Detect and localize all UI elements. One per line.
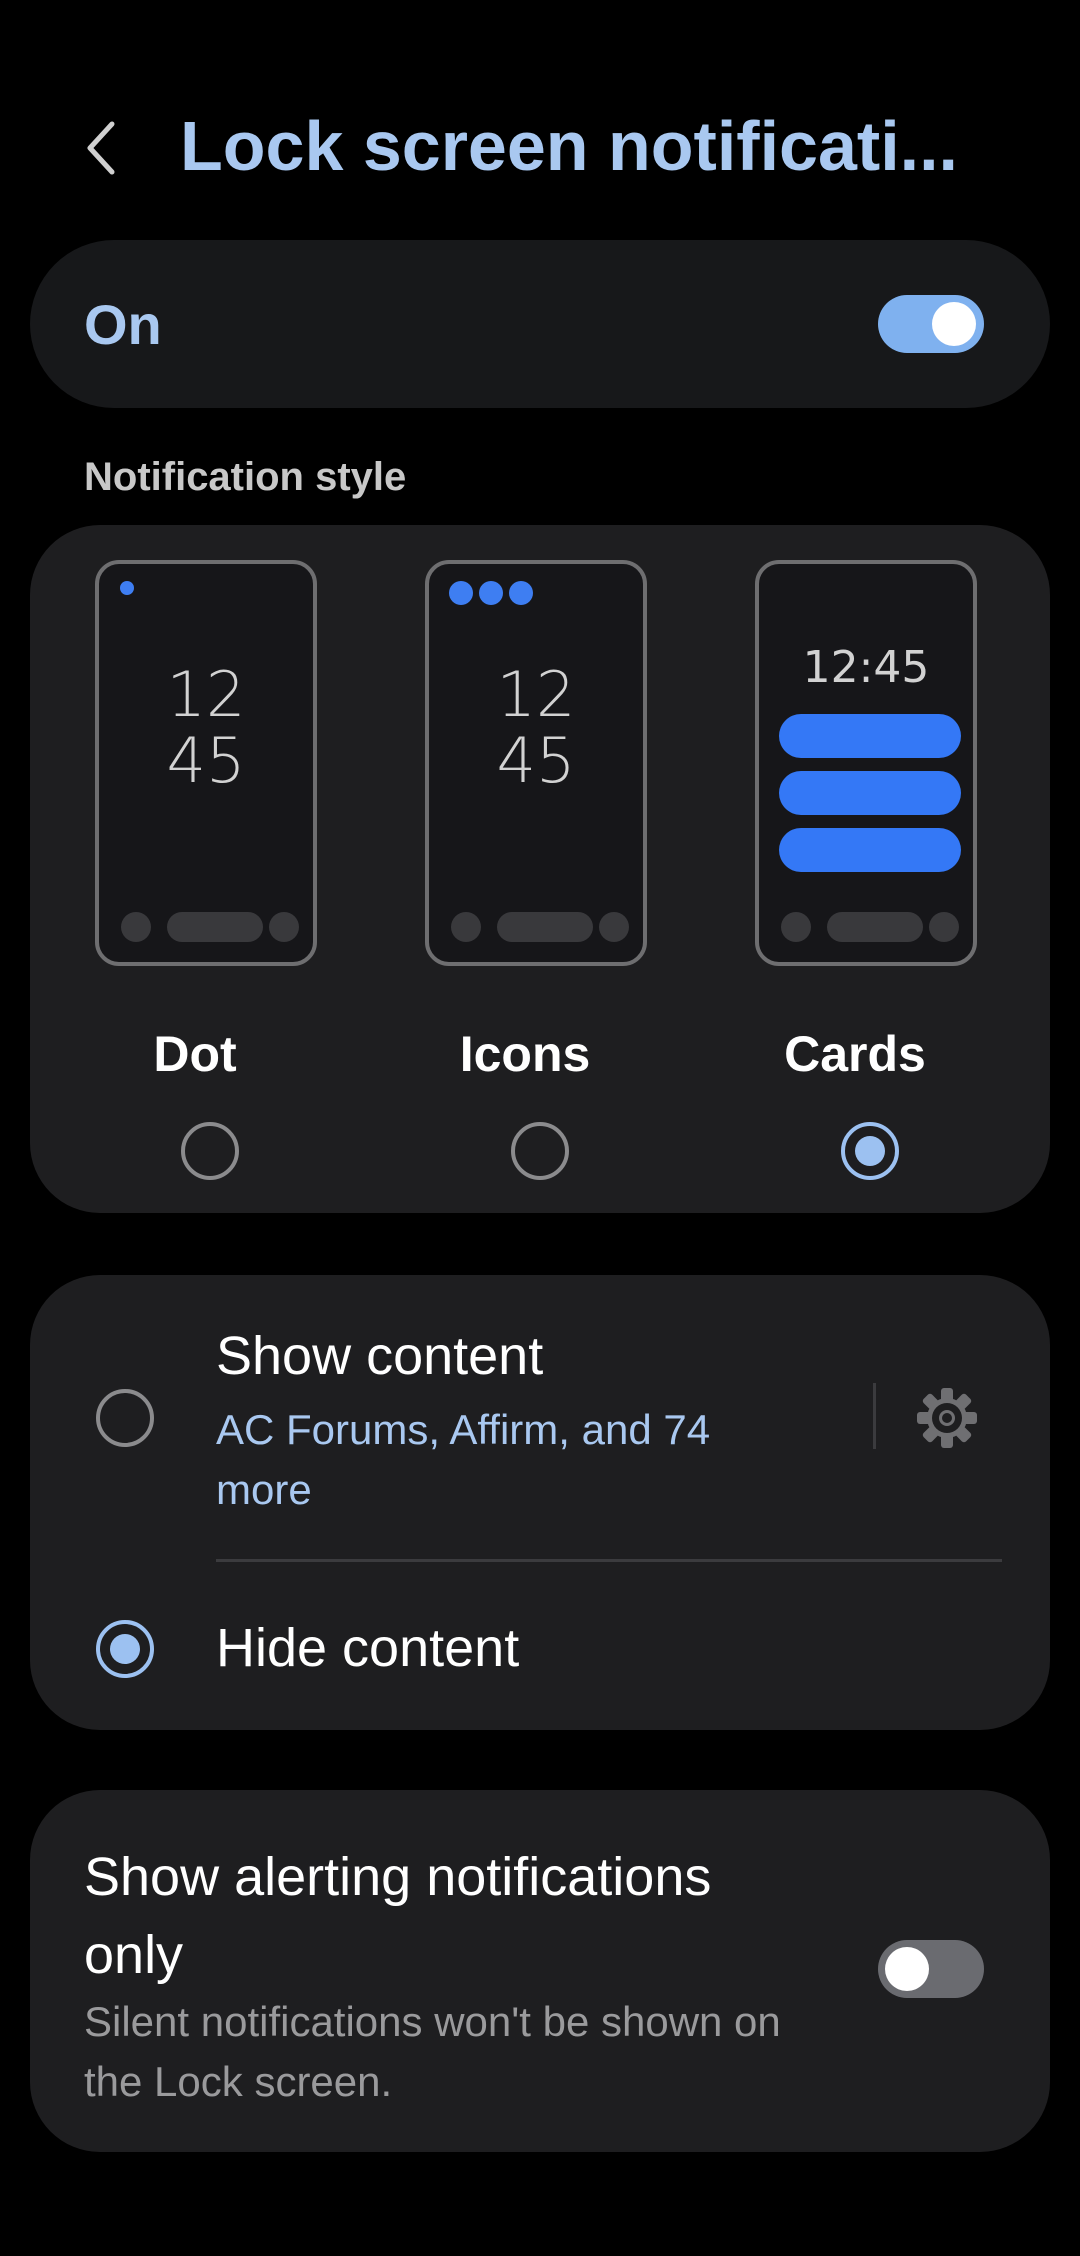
- alerting-only-row[interactable]: Show alerting notifications only Silent …: [30, 1790, 1050, 2152]
- preview-nav-bar: [781, 912, 959, 942]
- cards-preview-phone: 12:45: [755, 560, 977, 966]
- style-cards-radio[interactable]: [841, 1122, 899, 1180]
- preview-clock-minute: 45: [496, 724, 576, 797]
- style-option-label: Icons: [459, 1026, 591, 1082]
- master-toggle-switch[interactable]: [878, 295, 984, 353]
- alerting-only-description: Silent notifications won't be shown on t…: [84, 1998, 781, 2105]
- style-dot-radio[interactable]: [181, 1122, 239, 1180]
- style-option-label: Cards: [784, 1026, 926, 1082]
- back-arrow-icon[interactable]: [82, 118, 122, 178]
- toggle-knob: [885, 1947, 929, 1991]
- master-toggle-label: On: [84, 293, 162, 356]
- hide-content-title: Hide content: [216, 1618, 520, 1678]
- master-toggle-row[interactable]: On: [30, 240, 1050, 408]
- icons-preview-phone: 12 45: [425, 560, 647, 966]
- show-content-title: Show content: [216, 1326, 544, 1386]
- dot-preview-phone: 12 45: [95, 560, 317, 966]
- show-content-radio[interactable]: [96, 1389, 154, 1447]
- preview-clock-hour: 12: [496, 658, 576, 731]
- section-label-notification-style: Notification style: [84, 455, 407, 499]
- style-option-dot[interactable]: 12 45 Dot: [30, 525, 360, 1213]
- preview-nav-bar: [451, 912, 629, 942]
- notification-card: [779, 771, 961, 815]
- notification-card: [779, 828, 961, 872]
- alerting-only-title: Show alerting notifications only: [84, 1847, 712, 1985]
- preview-clock: 12:45: [802, 642, 930, 693]
- preview-clock-minute: 45: [166, 724, 246, 797]
- notification-icon: [509, 581, 533, 605]
- style-icons-radio[interactable]: [511, 1122, 569, 1180]
- gear-icon[interactable]: [912, 1383, 982, 1453]
- header: Lock screen notificati...: [0, 100, 1080, 200]
- notification-style-card: 12 45 Dot 12 45 Icons 12:45 Cards: [30, 525, 1050, 1213]
- content-visibility-card: Show content AC Forums, Affirm, and 74 m…: [30, 1275, 1050, 1730]
- show-content-apps: AC Forums, Affirm, and 74 more: [216, 1406, 711, 1513]
- hide-content-radio[interactable]: [96, 1620, 154, 1678]
- alerting-only-toggle[interactable]: [878, 1940, 984, 1998]
- preview-clock-hour: 12: [166, 658, 246, 731]
- style-option-icons[interactable]: 12 45 Icons: [360, 525, 690, 1213]
- preview-clock: 12 45: [99, 662, 313, 794]
- vertical-divider: [873, 1383, 876, 1449]
- divider: [216, 1559, 1002, 1562]
- notification-card: [779, 714, 961, 758]
- style-option-label: Dot: [153, 1026, 237, 1082]
- preview-nav-bar: [121, 912, 299, 942]
- dot-indicator-icon: [120, 581, 134, 595]
- page-title: Lock screen notificati...: [180, 107, 958, 185]
- toggle-knob: [932, 302, 976, 346]
- style-option-cards[interactable]: 12:45 Cards: [690, 525, 1020, 1213]
- preview-clock: 12 45: [429, 662, 643, 794]
- notification-icon: [479, 581, 503, 605]
- notification-icon: [449, 581, 473, 605]
